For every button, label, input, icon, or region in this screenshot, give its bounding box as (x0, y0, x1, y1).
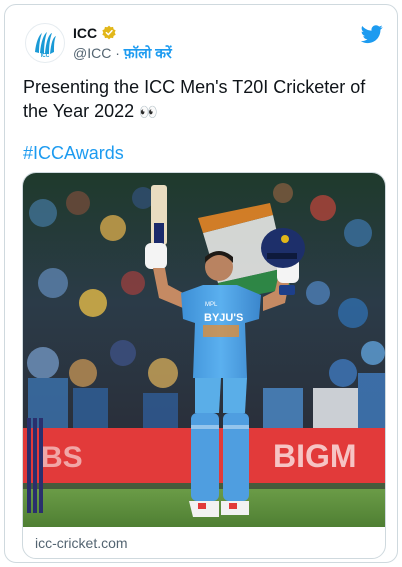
author-name-row[interactable]: ICC (73, 25, 117, 41)
hashtag-link[interactable]: #ICCAwards (23, 143, 124, 164)
icc-logo-icon: ICC (29, 27, 61, 59)
jersey-brand: MPL (205, 302, 218, 308)
separator-dot: · (115, 45, 120, 61)
avatar[interactable]: ICC (25, 23, 65, 63)
verified-badge-icon (102, 25, 116, 40)
svg-text:ICC: ICC (41, 53, 50, 59)
link-domain[interactable]: icc-cricket.com (35, 535, 128, 551)
follow-button[interactable]: फ़ॉलो करें (124, 45, 172, 61)
jersey-sponsor: BYJU'S (204, 312, 243, 324)
board-text-right: BIGM (273, 438, 357, 474)
board-text-left: BS (41, 441, 83, 474)
author-handle[interactable]: @ICC (73, 45, 111, 61)
tweet-card[interactable]: ICC ICC @ICC · फ़ॉलो करें Presenting the… (4, 4, 398, 563)
author-display-name[interactable]: ICC (73, 25, 97, 41)
eyes-emoji: 👀 (139, 104, 158, 121)
author-handle-row: @ICC · फ़ॉलो करें (73, 44, 172, 63)
stumps (27, 418, 43, 513)
tweet-text: Presenting the ICC Men's T20I Cricketer … (23, 75, 385, 125)
link-card[interactable]: BS BIGM BYJU'S MPL icc-cricket.com (22, 172, 386, 559)
cricketer-photo[interactable]: BS BIGM BYJU'S MPL (23, 173, 385, 527)
tweet-text-body: Presenting the ICC Men's T20I Cricketer … (23, 77, 366, 121)
twitter-bird-icon[interactable] (361, 23, 383, 45)
